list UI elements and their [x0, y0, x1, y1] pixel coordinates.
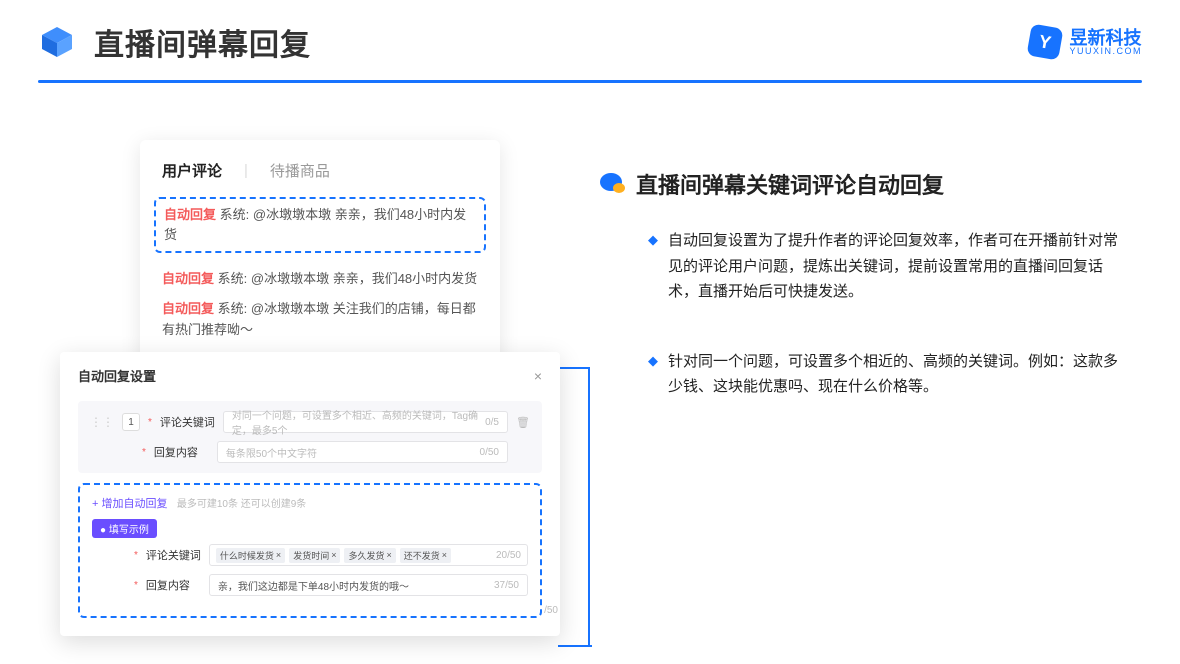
required-mark: *	[142, 447, 146, 458]
form-block-main: ⋮⋮ 1 * 评论关键词 对同一个问题，可设置多个相近、高频的关键词，Tag确定…	[78, 401, 542, 473]
comment-row-2: 自动回复 系统: @冰墩墩本墩 亲亲，我们48小时内发货	[162, 269, 478, 289]
content-input[interactable]: 每条限50个中文字符 0/50	[217, 441, 508, 463]
trash-icon[interactable]: 🗑	[516, 416, 530, 429]
bullet-2-text: 针对同一个问题，可设置多个相近的、高频的关键词。例如：这款多少钱、这块能优惠吗、…	[668, 349, 1128, 400]
tag-remove-icon[interactable]: ×	[276, 550, 281, 560]
ex-kw-counter: 20/50	[496, 550, 521, 561]
row-index: 1	[122, 413, 140, 431]
bullet-marker-icon: ◆	[648, 228, 658, 305]
brand-block: Y 昱新科技 YUUXIN.COM	[1029, 26, 1142, 58]
bullet-1-text: 自动回复设置为了提升作者的评论回复效率，作者可在开播前针对常见的评论用户问题，提…	[668, 228, 1128, 305]
ex-kw-label: 评论关键词	[146, 547, 201, 563]
connector-line	[560, 367, 590, 647]
right-heading-row: 直播间弹幕关键词评论自动回复	[600, 168, 1140, 200]
ex-content-value: 亲，我们这边都是下单48小时内发货的哦～	[218, 578, 409, 593]
tag-remove-icon[interactable]: ×	[331, 550, 336, 560]
tag-remove-icon[interactable]: ×	[386, 550, 391, 560]
example-dashed-box: + 增加自动回复 最多可建10条 还可以创建9条 ● 填写示例 * 评论关键词 …	[78, 483, 542, 618]
required-mark: *	[148, 417, 152, 428]
page-header: 直播间弹幕回复 Y 昱新科技 YUUXIN.COM	[38, 20, 1142, 64]
connector-in	[558, 645, 592, 647]
comment-row-3: 自动回复 系统: @冰墩墩本墩 关注我们的店铺，每日都有热门推荐呦～	[162, 299, 478, 339]
brand-icon: Y	[1027, 23, 1064, 60]
tag-chip: 什么时候发货×	[216, 548, 285, 563]
settings-card: 自动回复设置 × ⋮⋮ 1 * 评论关键词 对同一个问题，可设置多个相近、高频的…	[60, 352, 560, 636]
sys-prefix: 系统:	[218, 301, 248, 316]
tag-chip: 多久发货×	[344, 548, 395, 563]
example-pill: ● 填写示例	[92, 519, 157, 538]
auto-reply-badge: 自动回复	[162, 301, 214, 316]
kw-placeholder: 对同一个问题，可设置多个相近、高频的关键词，Tag确定，最多5个	[232, 407, 485, 437]
add-auto-reply-link[interactable]: + 增加自动回复	[92, 495, 167, 511]
kw-label: 评论关键词	[160, 414, 215, 430]
bullet-2: ◆ 针对同一个问题，可设置多个相近的、高频的关键词。例如：这款多少钱、这块能优惠…	[648, 349, 1128, 400]
right-column: 直播间弹幕关键词评论自动回复 ◆ 自动回复设置为了提升作者的评论回复效率，作者可…	[600, 168, 1140, 444]
content-counter: 0/50	[480, 447, 499, 458]
sys-prefix: 系统:	[218, 271, 248, 286]
auto-reply-badge: 自动回复	[162, 271, 214, 286]
tag-chip: 还不发货×	[400, 548, 451, 563]
sys-prefix: 系统:	[220, 207, 250, 222]
header-left: 直播间弹幕回复	[38, 20, 311, 64]
comment-highlight: 自动回复 系统: @冰墩墩本墩 亲亲，我们48小时内发货	[154, 197, 486, 253]
comment2-text: @冰墩墩本墩 亲亲，我们48小时内发货	[251, 271, 477, 286]
close-icon[interactable]: ×	[534, 368, 542, 384]
settings-title: 自动回复设置	[78, 366, 156, 385]
content-placeholder: 每条限50个中文字符	[226, 445, 317, 460]
required-mark: *	[134, 550, 138, 561]
brand-name: 昱新科技	[1069, 29, 1142, 47]
required-mark: *	[134, 580, 138, 591]
comments-tabs: 用户评论 | 待播商品	[162, 160, 478, 181]
ex-content-input[interactable]: 亲，我们这边都是下单48小时内发货的哦～ 37/50	[209, 574, 528, 596]
tag-remove-icon[interactable]: ×	[442, 550, 447, 560]
overflow-counter: /50	[544, 605, 558, 616]
kw-input[interactable]: 对同一个问题，可设置多个相近、高频的关键词，Tag确定，最多5个 0/5	[223, 411, 508, 433]
ex-content-label: 回复内容	[146, 577, 201, 593]
bullet-marker-icon: ◆	[648, 349, 658, 400]
auto-reply-badge: 自动回复	[164, 207, 216, 222]
tab-pending-goods[interactable]: 待播商品	[270, 160, 330, 181]
comments-card: 用户评论 | 待播商品 自动回复 系统: @冰墩墩本墩 亲亲，我们48小时内发货…	[140, 140, 500, 376]
tag-chip: 发货时间×	[289, 548, 340, 563]
cube-icon	[38, 23, 76, 61]
tab-user-comments[interactable]: 用户评论	[162, 160, 222, 181]
tab-divider: |	[244, 162, 248, 179]
bullet-1: ◆ 自动回复设置为了提升作者的评论回复效率，作者可在开播前针对常见的评论用户问题…	[648, 228, 1128, 305]
chat-bubble-icon	[600, 173, 626, 195]
ex-kw-tagbox[interactable]: 什么时候发货× 发货时间× 多久发货× 还不发货× 20/50	[209, 544, 528, 566]
drag-handle-icon[interactable]: ⋮⋮	[90, 415, 114, 429]
header-rule	[38, 80, 1142, 83]
right-heading: 直播间弹幕关键词评论自动回复	[636, 168, 944, 200]
kw-counter: 0/5	[485, 417, 499, 428]
add-hint: 最多可建10条 还可以创建9条	[177, 499, 306, 510]
page-title: 直播间弹幕回复	[94, 20, 311, 64]
brand-url: YUUXIN.COM	[1069, 47, 1142, 56]
content-label: 回复内容	[154, 444, 209, 460]
ex-content-counter: 37/50	[494, 580, 519, 591]
